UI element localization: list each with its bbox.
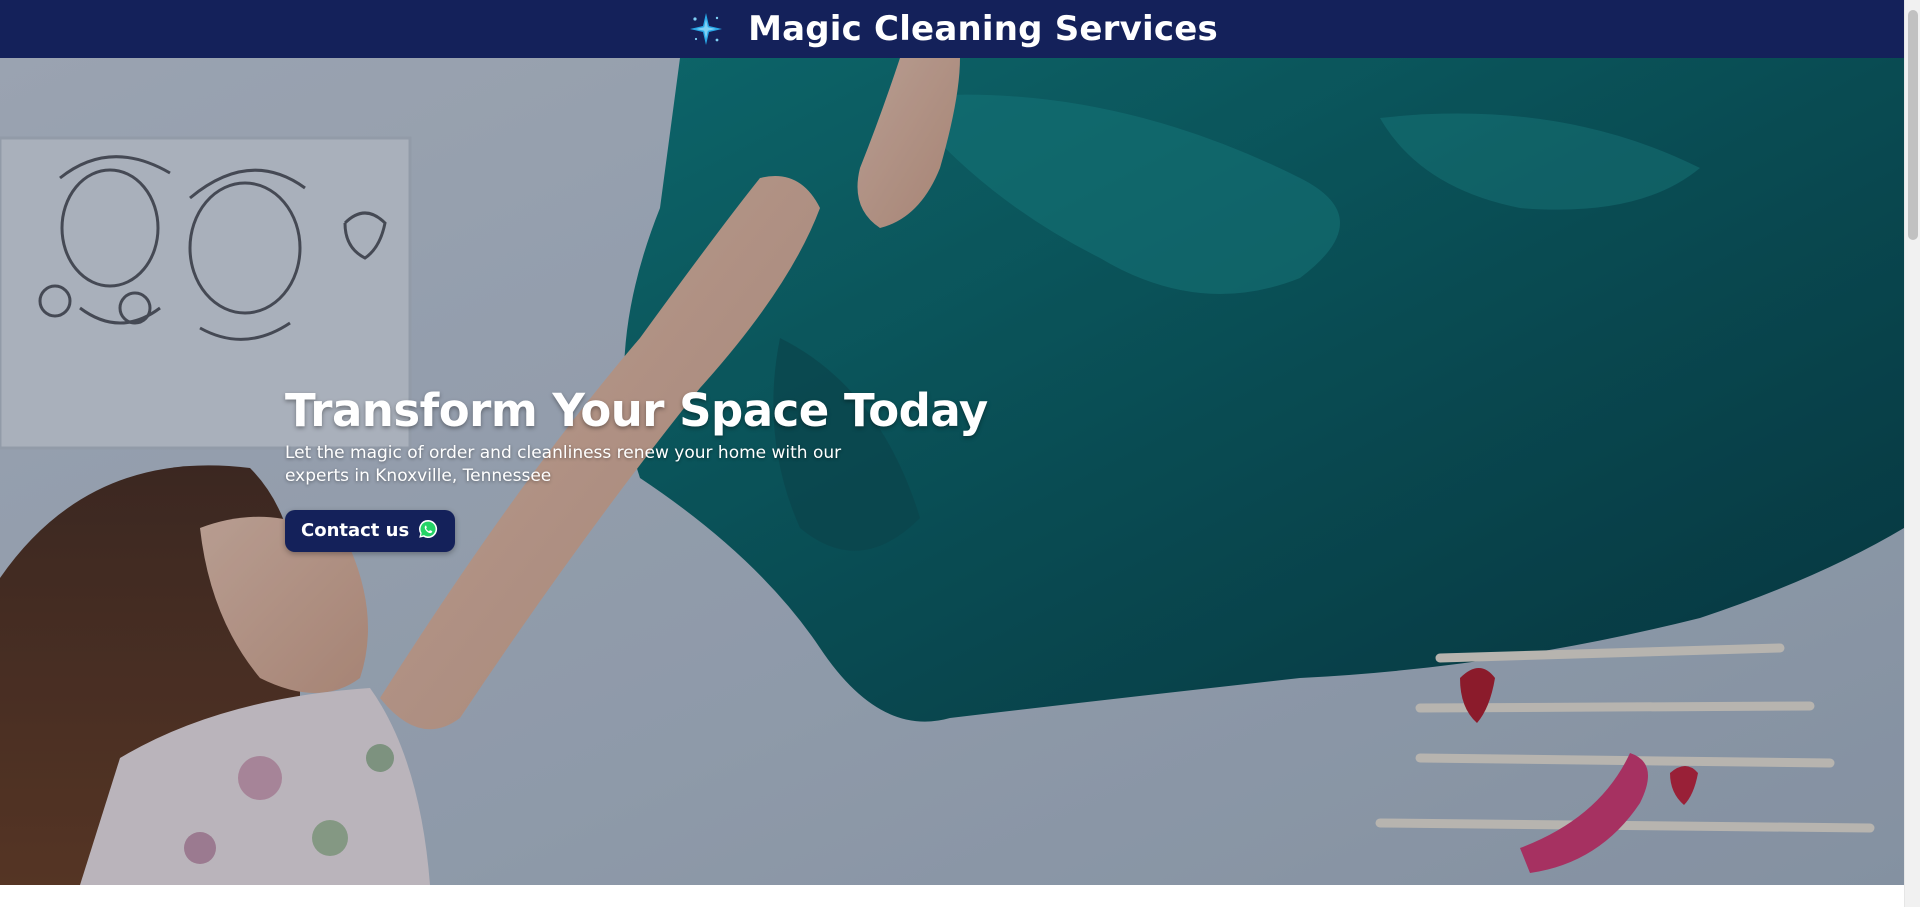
hero-title: Transform Your Space Today: [285, 384, 988, 437]
hero-subtitle: Let the magic of order and cleanliness r…: [285, 442, 842, 486]
contact-us-button[interactable]: Contact us: [285, 509, 456, 552]
hero-content: Transform Your Space Today Let the magic…: [285, 384, 988, 552]
hero-section: Transform Your Space Today Let the magic…: [0, 58, 1904, 885]
site-header: Magic Cleaning Services: [0, 0, 1904, 58]
whatsapp-icon: [417, 518, 439, 540]
scrollbar-thumb[interactable]: [1908, 10, 1918, 240]
page: Magic Cleaning Services Transform Your S…: [0, 0, 1920, 907]
brand-name[interactable]: Magic Cleaning Services: [748, 9, 1218, 49]
page-scrollbar[interactable]: [1904, 0, 1920, 907]
sparkle-star-icon[interactable]: [686, 9, 726, 49]
contact-us-label: Contact us: [301, 520, 410, 541]
